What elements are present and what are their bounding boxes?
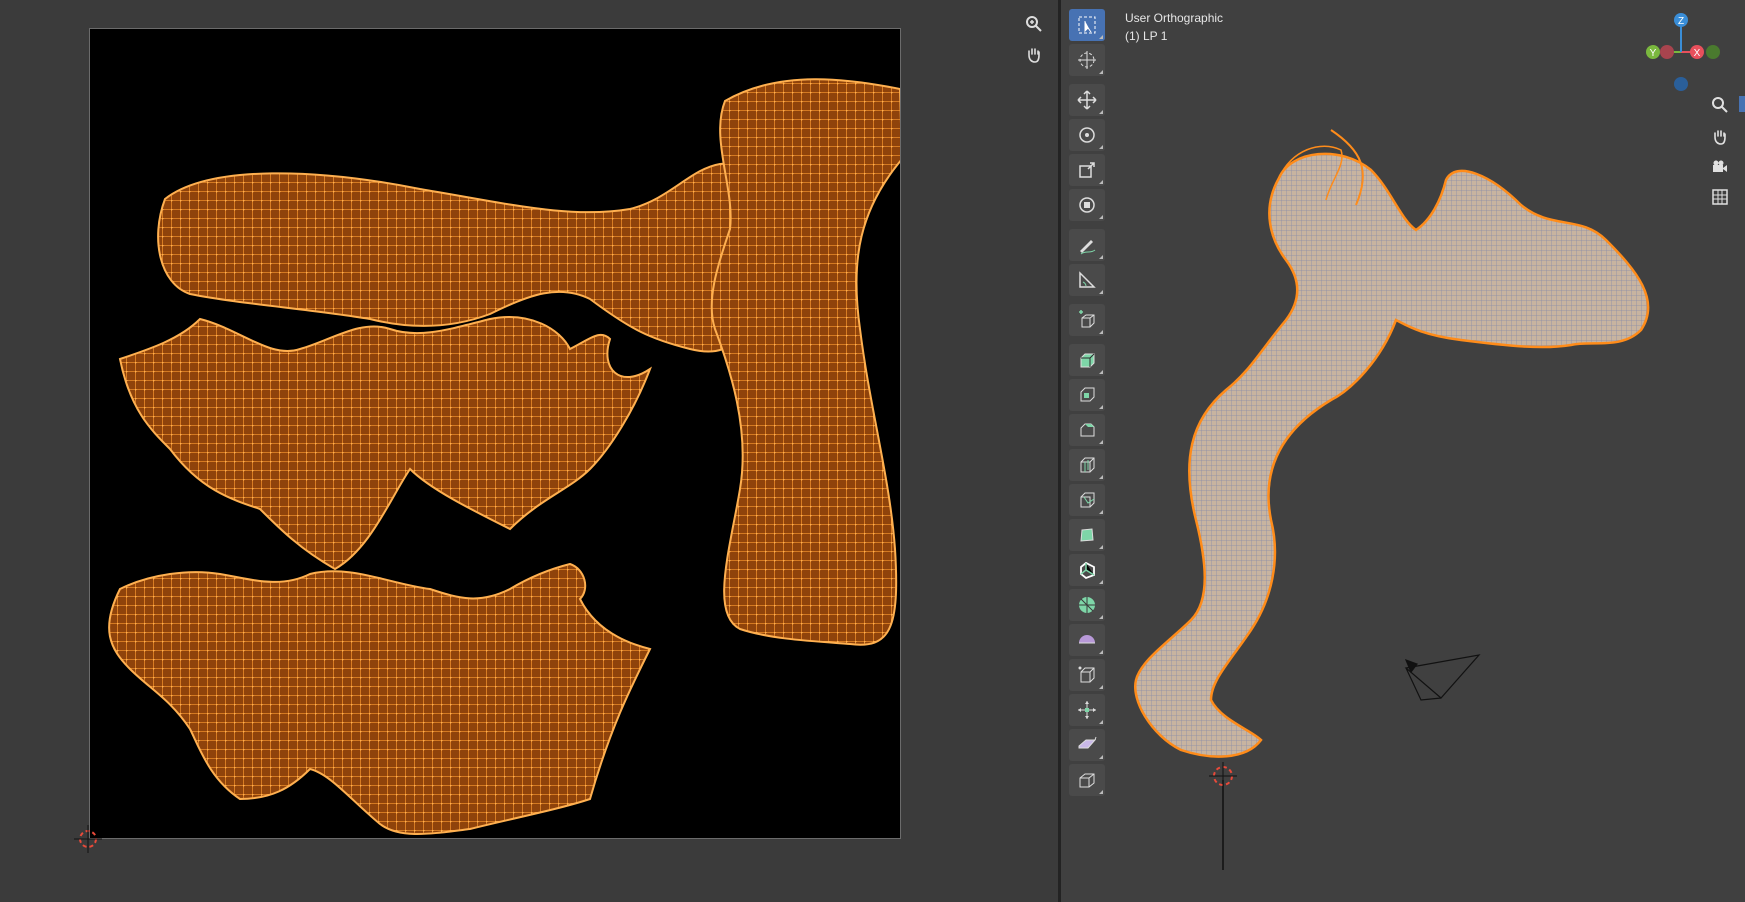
zoom-icon[interactable] (1022, 12, 1046, 36)
uv-island-bottom (108, 562, 652, 835)
viewport-zoom-icon[interactable] (1707, 92, 1733, 118)
camera-view-icon[interactable] (1707, 154, 1733, 180)
uv-island-vertical-limb (710, 78, 900, 646)
mesh-object (1133, 129, 1650, 870)
gizmo-x-label: X (1694, 48, 1701, 59)
hand-pan-icon[interactable] (1022, 43, 1046, 67)
uv-island-top-arm (157, 162, 753, 353)
sidebar-tab[interactable] (1739, 96, 1745, 112)
3d-viewport[interactable]: User Orthographic (1) LP 1 Z Y X (1061, 0, 1745, 902)
gizmo-neg-y-axis (1706, 45, 1720, 59)
gizmo-y-label: Y (1650, 48, 1657, 59)
uv-editor[interactable] (0, 0, 1058, 902)
gizmo-neg-z-axis (1674, 77, 1688, 91)
viewport-hand-pan-icon[interactable] (1707, 124, 1733, 150)
uv-islands (108, 78, 900, 835)
2d-cursor-icon (74, 825, 102, 853)
uv-island-middle (118, 316, 653, 571)
mesh-wireframe (1133, 152, 1650, 758)
3d-cursor-icon (1209, 762, 1237, 790)
gizmo-neg-x-axis (1660, 45, 1674, 59)
uv-canvas[interactable] (89, 28, 901, 839)
gizmo-z-label: Z (1678, 16, 1684, 27)
camera-object (1404, 654, 1481, 701)
grid-toggle-icon[interactable] (1707, 184, 1733, 210)
